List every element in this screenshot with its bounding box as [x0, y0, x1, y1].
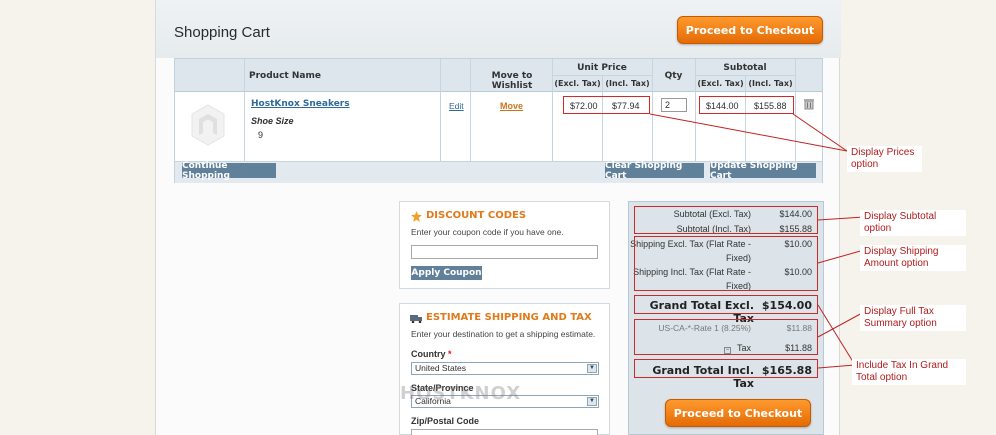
annotation-full-tax: Display Full Tax Summary option	[860, 305, 966, 331]
country-label: Country *	[411, 349, 452, 359]
qty-input[interactable]: 2	[661, 98, 687, 112]
header-qty: Qty	[664, 71, 683, 81]
annotation-grand-total: Include Tax In Grand Total option	[852, 359, 966, 385]
coupon-code-input[interactable]	[411, 245, 598, 259]
shipping-option-box	[634, 236, 818, 291]
discount-star-icon	[411, 211, 422, 222]
product-option-label: Shoe Size	[251, 116, 294, 126]
shipping-title: ESTIMATE SHIPPING AND TAX	[426, 312, 592, 323]
country-select[interactable]: United States ▼	[411, 362, 599, 375]
remove-item-icon[interactable]	[803, 98, 815, 110]
apply-coupon-button[interactable]: Apply Coupon	[411, 266, 482, 280]
proceed-to-checkout-button-bottom[interactable]: Proceed to Checkout	[665, 399, 811, 427]
move-to-wishlist-link[interactable]: Move	[500, 101, 523, 111]
header-sub-incl: (Incl. Tax)	[748, 79, 793, 88]
update-cart-button[interactable]: Update Shopping Cart	[710, 161, 816, 181]
prices-highlight-box	[563, 96, 650, 114]
zip-input[interactable]	[411, 429, 598, 435]
proceed-to-checkout-button-top[interactable]: Proceed to Checkout	[677, 16, 823, 44]
subtotal-option-box	[634, 206, 818, 234]
watermark-text: HOSTKNOX	[400, 383, 522, 404]
product-thumbnail-icon[interactable]	[188, 103, 228, 147]
discount-text: Enter your coupon code if you have one.	[411, 227, 564, 237]
product-option-value: 9	[258, 130, 264, 140]
grand-excl-option-box	[634, 295, 818, 314]
header-unit-incl: (Incl. Tax)	[605, 79, 650, 88]
header-unit-price: Unit Price	[577, 63, 627, 73]
continue-shopping-button[interactable]: Continue Shopping	[182, 161, 276, 181]
annotation-display-shipping: Display Shipping Amount option	[860, 245, 966, 271]
clear-cart-button[interactable]: Clear Shopping Cart	[605, 161, 704, 181]
page-title: Shopping Cart	[174, 24, 270, 41]
annotation-display-subtotal: Display Subtotal option	[860, 210, 966, 236]
product-name-link[interactable]: HostKnox Sneakers	[251, 99, 350, 109]
zip-label: Zip/Postal Code	[411, 416, 480, 426]
discount-title: DISCOUNT CODES	[426, 210, 527, 221]
truck-icon	[410, 315, 422, 323]
header-unit-excl: (Excl. Tax)	[554, 79, 601, 88]
shipping-text: Enter your destination to get a shipping…	[411, 329, 596, 339]
subtotal-highlight-box	[699, 96, 794, 114]
header-product-name: Product Name	[249, 71, 321, 81]
edit-item-link[interactable]: Edit	[449, 101, 464, 111]
chevron-down-icon: ▼	[587, 397, 597, 406]
annotation-display-prices: Display Prices option	[847, 146, 922, 172]
fulltax-option-box	[634, 319, 818, 355]
header-subtotal: Subtotal	[723, 63, 767, 73]
discount-codes-panel: DISCOUNT CODES Enter your coupon code if…	[399, 201, 610, 289]
estimate-shipping-panel: ESTIMATE SHIPPING AND TAX Enter your des…	[399, 303, 610, 435]
header-move-to-wishlist: Move to Wishlist	[491, 71, 533, 91]
grand-incl-option-box	[634, 359, 818, 378]
chevron-down-icon: ▼	[587, 364, 597, 373]
header-sub-excl: (Excl. Tax)	[697, 79, 744, 88]
